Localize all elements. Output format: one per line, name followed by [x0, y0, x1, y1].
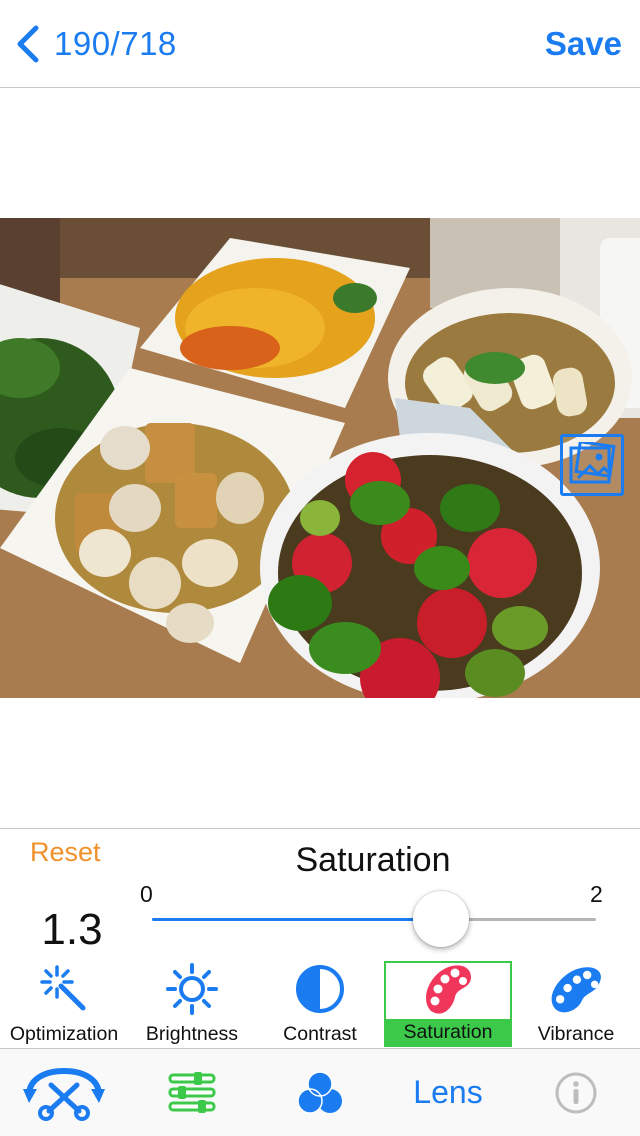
image-badge-icon[interactable]	[560, 434, 624, 496]
magic-wand-icon	[36, 961, 92, 1017]
slider-track-fill	[152, 918, 441, 921]
crop-rotate-icon	[23, 1067, 105, 1121]
tool-label: Vibrance	[537, 1023, 615, 1045]
palette-icon	[548, 961, 604, 1017]
photo-preview[interactable]	[0, 218, 640, 698]
tool-label: Saturation	[386, 1019, 510, 1045]
tool-vibrance[interactable]: Vibrance	[512, 961, 640, 1047]
adjustment-tools: Optimization Brightness Contrast Saturat…	[0, 961, 640, 1049]
adjustment-title: Saturation	[295, 841, 451, 879]
tool-brightness[interactable]: Brightness	[128, 961, 256, 1047]
tool-optimization[interactable]: Optimization	[0, 961, 128, 1047]
sliders-icon	[168, 1071, 216, 1113]
navigation-bar: 190/718 Save	[0, 0, 640, 88]
tab-info[interactable]	[512, 1049, 640, 1136]
tool-label: Contrast	[283, 1023, 357, 1045]
slider-min-label: 0	[140, 881, 153, 907]
food-photo	[0, 218, 640, 698]
lens-label: Lens	[413, 1074, 483, 1110]
reset-button[interactable]: Reset	[30, 837, 101, 868]
tool-saturation[interactable]: Saturation	[384, 961, 512, 1047]
half-circle-icon	[292, 961, 348, 1017]
tool-label: Optimization	[9, 1023, 119, 1045]
tab-lens[interactable]: Lens	[384, 1049, 512, 1136]
photo-counter: 190/718	[54, 25, 177, 62]
slider-thumb[interactable]	[412, 891, 469, 947]
back-button[interactable]: 190/718	[14, 22, 177, 66]
tab-bar: Lens	[0, 1048, 640, 1136]
tab-adjust[interactable]	[128, 1049, 256, 1136]
color-circles-icon	[297, 1070, 342, 1114]
chevron-left-icon	[17, 25, 39, 63]
adjustment-value: 1.3	[41, 905, 103, 954]
tab-crop-rotate[interactable]	[0, 1049, 128, 1136]
tool-label: Brightness	[145, 1023, 239, 1045]
save-button[interactable]: Save	[545, 22, 622, 66]
info-icon	[555, 1072, 597, 1113]
palette-icon	[420, 961, 476, 1015]
tool-contrast[interactable]: Contrast	[256, 961, 384, 1047]
sun-icon	[164, 961, 220, 1017]
saturation-slider[interactable]	[152, 891, 596, 947]
adjustment-panel: Reset Saturation 1.3 0 2 Optimization Br…	[0, 828, 640, 1048]
tab-color[interactable]	[256, 1049, 384, 1136]
slider-max-label: 2	[590, 881, 603, 907]
